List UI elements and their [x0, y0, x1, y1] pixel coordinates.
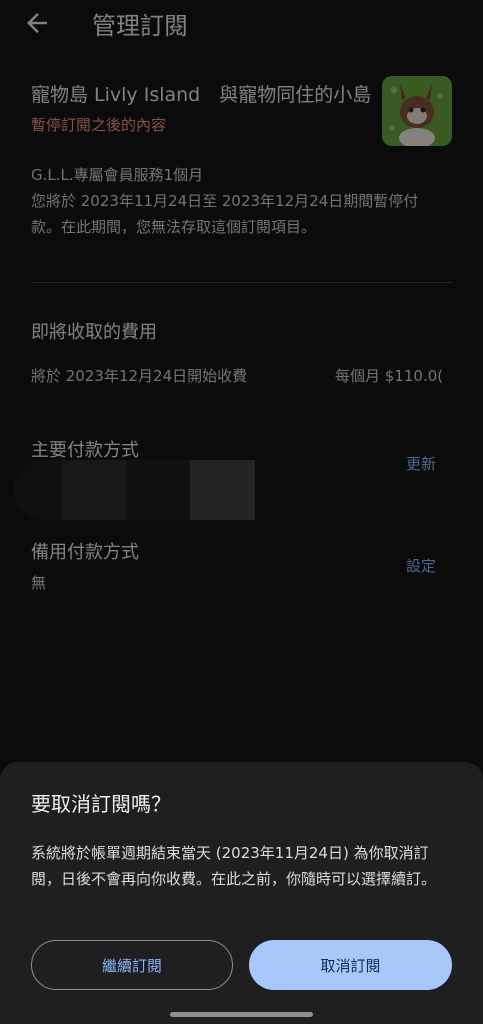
upcoming-charges-title: 即將收取的費用 — [31, 322, 157, 343]
keep-subscription-button[interactable]: 繼續訂閱 — [31, 940, 233, 990]
livly-creature-icon — [382, 76, 452, 146]
charge-price: 每個月 $110.0( — [335, 367, 444, 385]
redacted-payment-block — [62, 460, 127, 520]
backup-payment-value: 無 — [31, 574, 47, 592]
pause-description: 您將於 2023年11月24日至 2023年12月24日期間暫停付款。在此期間，… — [31, 192, 419, 236]
gesture-home-bar[interactable] — [170, 1012, 313, 1017]
redacted-payment-block — [190, 460, 255, 520]
app-name: 寵物島 Livly Island 與寵物同住的小島 — [31, 84, 372, 106]
manage-subscription-page: 管理訂閱 寵物島 Livly Island 與寵物同住的小島 暫停訂閱之後的內容… — [0, 0, 483, 1024]
divider — [31, 282, 453, 283]
app-icon — [382, 76, 452, 146]
keep-subscription-label: 繼續訂閱 — [101, 956, 162, 975]
top-app-bar: 管理訂閱 — [0, 0, 483, 48]
redacted-payment-block — [14, 460, 62, 520]
subscription-status: 暫停訂閱之後的內容 — [31, 116, 167, 134]
page-title: 管理訂閱 — [92, 12, 188, 40]
primary-payment-title: 主要付款方式 — [31, 440, 139, 461]
plan-name: G.L.L.專屬會員服務1個月 — [31, 166, 204, 184]
back-arrow-icon[interactable] — [22, 8, 52, 38]
charge-start-date: 將於 2023年12月24日開始收費 — [31, 367, 248, 385]
redacted-payment-block — [127, 460, 190, 520]
backup-payment-title: 備用付款方式 — [31, 542, 139, 563]
update-payment-link[interactable]: 更新 — [406, 453, 436, 474]
dialog-title: 要取消訂閱嗎？ — [31, 792, 171, 816]
plan-info: G.L.L.專屬會員服務1個月 您將於 2023年11月24日至 2023年12… — [31, 162, 431, 240]
cancel-subscription-label: 取消訂閱 — [320, 956, 381, 975]
dialog-body: 系統將於帳單週期結束當天 (2023年11月24日) 為你取消訂閱，日後不會再向… — [31, 844, 437, 888]
cancel-subscription-dialog: 要取消訂閱嗎？ 系統將於帳單週期結束當天 (2023年11月24日) 為你取消訂… — [0, 762, 483, 1024]
set-backup-payment-link[interactable]: 設定 — [406, 555, 436, 576]
cancel-subscription-button[interactable]: 取消訂閱 — [249, 940, 452, 990]
